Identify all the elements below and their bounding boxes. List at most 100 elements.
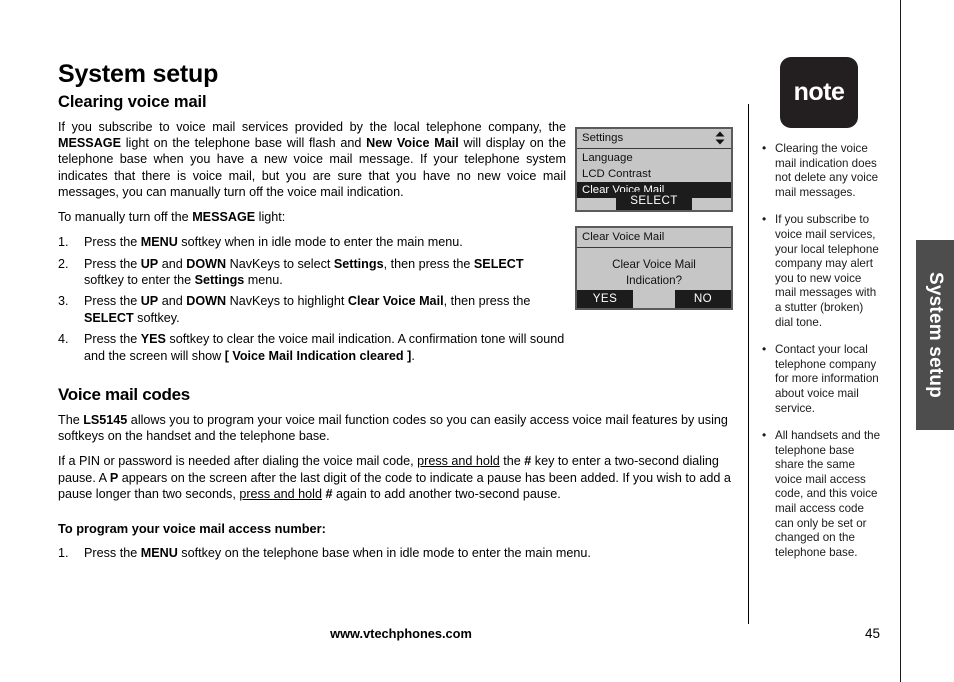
manual-page: System setup System setup Clearing voice… (0, 0, 954, 682)
pin-press-and-hold-1: press and hold (417, 454, 500, 469)
step-text: Press the (84, 332, 141, 347)
step-emphasis: [ Voice Mail Indication cleared ] (224, 348, 412, 363)
note-list: • Clearing the voice mail indication does… (762, 141, 882, 560)
step-text: NavKeys to highlight (226, 294, 348, 309)
step-emphasis: Settings (333, 256, 384, 271)
turnoff-text-a: To manually turn off the (58, 210, 193, 225)
step-text: menu. (244, 273, 283, 288)
pin-text-a: If a PIN or password is needed after dia… (58, 454, 418, 469)
bullet-icon: • (762, 212, 767, 227)
step-text: . (411, 348, 415, 363)
step-text: , then press the (383, 256, 474, 271)
note-item-text: Contact your local telephone company for… (775, 343, 879, 415)
vmc-text-a: The (58, 413, 84, 428)
step-number: 1. (58, 235, 69, 250)
softkey-yes[interactable]: YES (577, 290, 633, 308)
softkey-no[interactable]: NO (675, 290, 731, 308)
clearing-voice-mail-steps: 1. Press the MENU softkey when in idle mo… (58, 234, 566, 364)
step-emphasis: Settings (194, 273, 245, 288)
vmc-text-c: allows you to program your voice mail fu… (58, 413, 728, 444)
lcd-confirm-message: Clear Voice Mail Indication? (577, 248, 731, 288)
note-badge-label: note (793, 78, 845, 106)
step-text: softkey on the telephone base when in id… (177, 546, 591, 561)
step-text: Press the (84, 235, 141, 250)
page-number: 45 (864, 626, 880, 641)
lcd-menu-item[interactable]: LCD Contrast (577, 166, 731, 182)
up-down-arrow-icon (715, 131, 725, 146)
intro-text-c: light on the telephone base will flash a… (120, 136, 367, 151)
section-heading-clearing-voice-mail: Clearing voice mail (58, 93, 207, 111)
step-text: softkey to enter the (84, 273, 195, 288)
turnoff-term-message: MESSAGE (192, 210, 256, 225)
lcd-screen-settings-menu: Settings Language LCD Contrast Clear Voice… (575, 127, 733, 212)
lcd-settings-title: Settings (582, 132, 624, 144)
intro-term-new-voice-mail: New Voice Mail (366, 136, 459, 151)
step-number: 3. (58, 294, 69, 309)
lcd-settings-title-bar: Settings (577, 129, 731, 149)
step-emphasis: SELECT (473, 256, 524, 271)
pin-text-e: again to add another two-second pause. (332, 486, 561, 501)
step-emphasis: SELECT (84, 310, 134, 325)
chapter-tab-label: System setup (925, 272, 946, 398)
step-number: 1. (58, 546, 69, 561)
turnoff-text-c: light: (255, 210, 286, 225)
softkey-gap (633, 290, 675, 308)
step-item: 1. Press the MENU softkey on the telephon… (58, 545, 738, 561)
step-text: softkey. (133, 310, 180, 325)
note-item: • Contact your local telephone company fo… (762, 342, 882, 416)
step-number: 4. (58, 332, 69, 347)
subsection-heading-program-access-number: To program your voice mail access number… (58, 521, 326, 537)
step-text: and (158, 294, 187, 309)
section-heading-voice-mail-codes: Voice mail codes (58, 385, 190, 405)
bullet-icon: • (762, 342, 767, 357)
lcd-menu-item[interactable]: Language (577, 150, 731, 166)
lcd-settings-item-list: Language LCD Contrast Clear Voice Mail (577, 149, 731, 198)
pin-text-b: the (499, 454, 525, 469)
step-text: softkey when in idle mode to enter the m… (177, 235, 463, 250)
intro-text-a: If you subscribe to voice mail services … (58, 120, 566, 134)
bullet-icon: • (762, 428, 767, 443)
lcd-settings-softkey-bar: SELECT (577, 192, 731, 210)
step-text: and (158, 256, 187, 271)
pin-symbol-p: P (109, 470, 119, 485)
step-emphasis: DOWN (186, 256, 227, 271)
step-item: 1. Press the MENU softkey when in idle mo… (58, 234, 566, 250)
note-item-text: Clearing the voice mail indication does … (775, 142, 879, 199)
program-access-number-steps: 1. Press the MENU softkey on the telephon… (58, 545, 738, 561)
step-text: Press the (84, 256, 141, 271)
footer-website-url: www.vtechphones.com (0, 626, 954, 641)
note-item: • Clearing the voice mail indication does… (762, 141, 882, 200)
step-text: NavKeys to select (226, 256, 334, 271)
manual-turnoff-paragraph: To manually turn off the MESSAGE light: (58, 209, 566, 225)
intro-paragraph: If you subscribe to voice mail services … (58, 119, 566, 200)
pin-press-and-hold-2: press and hold (239, 486, 322, 501)
bullet-icon: • (762, 141, 767, 155)
lcd-confirm-message-line1: Clear Voice Mail (612, 258, 696, 271)
note-item-text: If you subscribe to voice mail services,… (775, 213, 879, 329)
column-divider (748, 104, 749, 624)
lcd-confirm-title: Clear Voice Mail (582, 231, 665, 243)
voice-mail-codes-paragraph: The LS5145 allows you to program your vo… (58, 412, 738, 444)
lcd-confirm-message-line2: Indication? (625, 273, 683, 287)
step-item: 2. Press the UP and DOWN NavKeys to selec… (58, 256, 566, 289)
intro-term-message: MESSAGE (58, 136, 121, 151)
lcd-screen-clear-voice-mail-confirm: Clear Voice Mail Clear Voice Mail Indica… (575, 226, 733, 310)
pin-pause-paragraph: If a PIN or password is needed after dia… (58, 453, 738, 502)
note-item: • If you subscribe to voice mail services… (762, 212, 882, 330)
note-badge: note (780, 57, 858, 128)
step-text: , then press the (443, 294, 531, 309)
step-item: 3. Press the UP and DOWN NavKeys to highl… (58, 293, 566, 326)
page-edge-rule (900, 0, 901, 682)
step-text: Press the (84, 546, 141, 561)
footer-url-text: www.vtechphones.com (330, 626, 472, 641)
step-emphasis: MENU (140, 235, 178, 250)
note-item-text: All handsets and the telephone base shar… (775, 429, 881, 559)
step-emphasis: Clear Voice Mail (347, 294, 444, 309)
softkey-select[interactable]: SELECT (616, 192, 692, 210)
chapter-tab: System setup (916, 240, 954, 430)
step-emphasis: MENU (140, 546, 178, 561)
step-emphasis: UP (140, 294, 159, 309)
note-sidebar: note • Clearing the voice mail indication… (762, 57, 882, 573)
step-text: Press the (84, 294, 141, 309)
lcd-confirm-title-bar: Clear Voice Mail (577, 228, 731, 248)
